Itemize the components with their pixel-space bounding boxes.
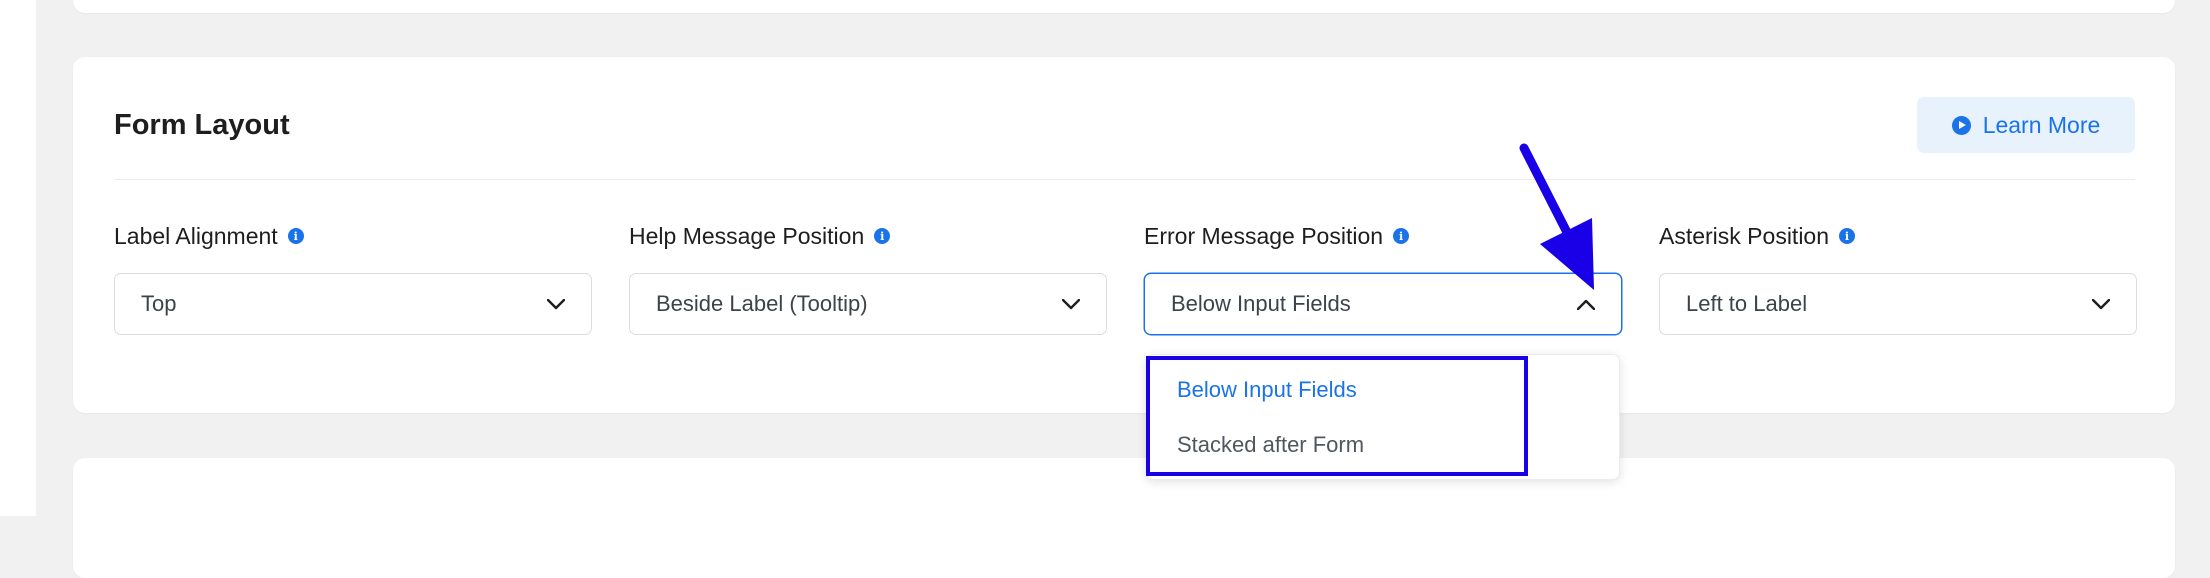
info-icon[interactable]: i <box>874 228 891 244</box>
select-value: Beside Label (Tooltip) <box>656 291 868 316</box>
help-message-position-select[interactable]: Beside Label (Tooltip) <box>629 273 1107 335</box>
next-card <box>73 458 2175 578</box>
select-value: Below Input Fields <box>1171 291 1351 316</box>
learn-more-button[interactable]: Learn More <box>1917 97 2135 153</box>
field-label-text: Asterisk Position <box>1659 222 1830 249</box>
annotation-arrow <box>1519 143 1594 290</box>
play-icon <box>1951 115 1971 135</box>
help-message-position-field: Help Message Position i Beside Label (To… <box>629 220 1107 335</box>
label-alignment-field: Label Alignment i Top <box>114 220 592 335</box>
chevron-down-icon <box>547 298 565 310</box>
learn-more-label: Learn More <box>1982 111 2101 138</box>
dropdown-option-stacked-after-form[interactable]: Stacked after Form <box>1177 432 1364 458</box>
error-position-dropdown: Below Input Fields Stacked after Form <box>1146 354 1620 480</box>
field-label: Label Alignment i <box>114 220 592 252</box>
label-alignment-select[interactable]: Top <box>114 273 592 335</box>
field-label: Help Message Position i <box>629 220 1107 252</box>
asterisk-position-select[interactable]: Left to Label <box>1659 273 2137 335</box>
chevron-down-icon <box>1062 298 1080 310</box>
card-title: Form Layout <box>114 109 290 141</box>
info-icon[interactable]: i <box>1839 228 1856 244</box>
info-icon[interactable]: i <box>1393 228 1410 244</box>
previous-card <box>73 0 2175 13</box>
asterisk-position-field: Asterisk Position i Left to Label <box>1659 220 2137 335</box>
field-label: Asterisk Position i <box>1659 220 2137 252</box>
chevron-up-icon <box>1577 299 1595 310</box>
divider <box>114 179 2135 180</box>
dropdown-option-below-input-fields[interactable]: Below Input Fields <box>1177 377 1357 403</box>
field-label-text: Help Message Position <box>629 222 865 249</box>
field-label-text: Label Alignment <box>114 222 278 249</box>
form-layout-card: Form Layout Learn More Label Alignment i… <box>73 57 2175 413</box>
select-value: Top <box>141 291 177 316</box>
field-label-text: Error Message Position <box>1144 222 1384 249</box>
left-sidebar-strip <box>0 0 36 516</box>
info-icon[interactable]: i <box>287 228 304 244</box>
chevron-down-icon <box>2092 298 2110 310</box>
select-value: Left to Label <box>1686 291 1808 316</box>
